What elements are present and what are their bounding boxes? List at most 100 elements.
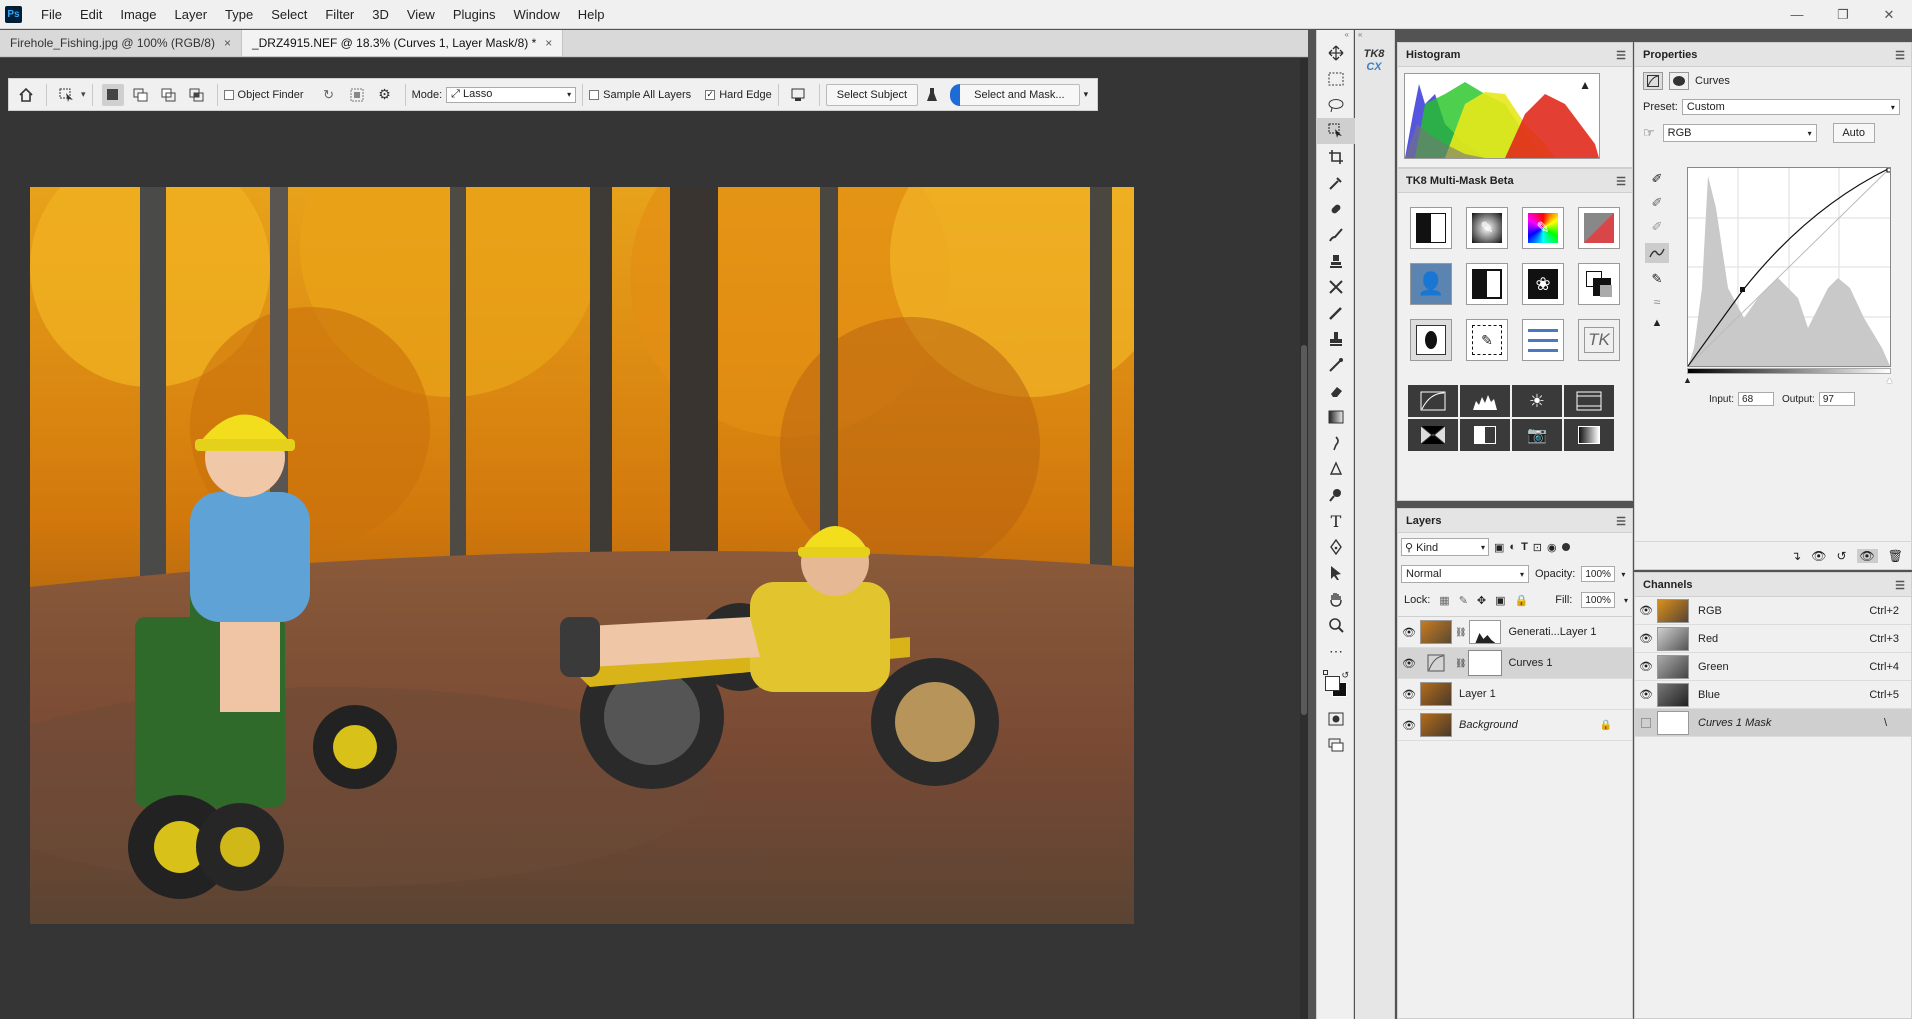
fill-chevron-icon[interactable]: ▾ [1624, 596, 1628, 605]
input-field[interactable]: 68 [1738, 392, 1775, 406]
envelope-adjustment-button[interactable] [1408, 419, 1458, 451]
swap-colors-icon[interactable]: ↺ [1341, 670, 1349, 681]
pen-tool-icon[interactable] [1317, 534, 1355, 560]
object-finder-checkbox[interactable]: Object Finder [223, 89, 304, 101]
tk8-cx-button[interactable]: TK8 CX [1359, 48, 1389, 78]
brush-tool-icon[interactable] [1317, 222, 1355, 248]
eye-icon[interactable]: 👁 [1398, 719, 1420, 732]
layer-row-curves[interactable]: 👁 ⛓ Curves 1 [1398, 648, 1632, 679]
more-tools-icon[interactable]: ⋯ [1317, 638, 1355, 664]
eye-icon[interactable]: 👁 [1398, 688, 1420, 701]
curves-graph[interactable] [1687, 167, 1892, 367]
tool-preset-chevron-icon[interactable]: ▾ [81, 89, 86, 100]
restore-icon[interactable]: ❐ [1820, 0, 1866, 29]
preset-select[interactable]: Custom ▾ [1681, 99, 1900, 115]
tab-drz4915[interactable]: _DRZ4915.NEF @ 18.3% (Curves 1, Layer Ma… [241, 30, 564, 56]
select-subject-button[interactable]: Select Subject [825, 83, 919, 106]
history-brush-tool-icon[interactable] [1317, 274, 1355, 300]
black-white-mask-button[interactable] [1410, 207, 1452, 249]
path-selection-tool-icon[interactable] [1317, 560, 1355, 586]
combine-masks-button[interactable] [1578, 263, 1620, 305]
mixer-brush-tool-icon[interactable] [1317, 352, 1355, 378]
mask-icon[interactable] [1669, 72, 1689, 90]
filter-pixel-icon[interactable]: ▣ [1494, 541, 1504, 554]
channel-row-red[interactable]: 👁 Red Ctrl+3 [1635, 625, 1911, 653]
auto-button[interactable]: Auto [1832, 123, 1875, 143]
channel-select[interactable]: RGB ▾ [1662, 124, 1817, 142]
smudge-tool-icon[interactable] [1317, 430, 1355, 456]
sample-all-layers-checkbox[interactable]: Sample All Layers [589, 89, 691, 101]
menu-3d[interactable]: 3D [363, 7, 398, 22]
fill-input[interactable]: 100% [1581, 592, 1615, 608]
close-tab-icon[interactable]: × [224, 36, 231, 50]
menu-file[interactable]: File [32, 7, 71, 22]
opacity-chevron-icon[interactable]: ▾ [1621, 570, 1625, 579]
menu-help[interactable]: Help [569, 7, 614, 22]
on-image-adjust-icon[interactable]: ☞ [1643, 125, 1655, 141]
eye-icon[interactable]: 👁 [1398, 657, 1420, 670]
lock-image-icon[interactable]: ✎ [1459, 594, 1468, 607]
checkbox-box[interactable] [223, 89, 234, 100]
document-image[interactable] [30, 187, 1134, 924]
foreground-color-swatch[interactable] [1325, 676, 1340, 691]
minimize-icon[interactable]: — [1774, 0, 1820, 29]
filter-toggle-icon[interactable] [1561, 543, 1570, 551]
selection-paint-button[interactable]: ✎ [1466, 319, 1508, 361]
view-previous-state-icon[interactable]: 👁 [1811, 549, 1826, 563]
panel-menu-icon[interactable]: ☰ [1895, 579, 1905, 592]
screen-mode-icon[interactable] [1317, 732, 1355, 758]
healing-brush-tool-icon[interactable] [1317, 196, 1355, 222]
clip-to-layer-icon[interactable]: ↴ [1791, 549, 1801, 563]
filter-shape-icon[interactable]: ⊡ [1533, 541, 1542, 554]
layer-row-generative[interactable]: 👁 ⛓ Generati...Layer 1 [1398, 617, 1632, 648]
refresh-icon[interactable]: ↻ [318, 84, 340, 106]
black-slider-icon[interactable]: ▲ [1683, 375, 1692, 385]
output-field[interactable]: 97 [1818, 392, 1855, 406]
filter-type-icon[interactable]: T [1521, 541, 1528, 553]
crop-tool-icon[interactable] [1317, 144, 1355, 170]
add-to-selection-icon[interactable] [130, 84, 152, 106]
intersect-selection-icon[interactable] [186, 84, 208, 106]
contrast-adjustment-button[interactable] [1460, 419, 1510, 451]
menu-type[interactable]: Type [216, 7, 262, 22]
marquee-tool-icon[interactable] [1317, 66, 1355, 92]
flask-icon[interactable] [921, 84, 943, 106]
black-point-eyedropper-icon[interactable]: ✐ [1652, 171, 1663, 187]
brightness-adjustment-button[interactable]: ☀ [1512, 385, 1562, 417]
opacity-input[interactable]: 100% [1581, 566, 1616, 582]
checkbox-box[interactable] [589, 89, 600, 100]
channel-row-blue[interactable]: 👁 Blue Ctrl+5 [1635, 681, 1911, 709]
linked-mask-button[interactable] [1410, 319, 1452, 361]
subtract-from-selection-icon[interactable] [158, 84, 180, 106]
menu-window[interactable]: Window [504, 7, 568, 22]
eye-icon[interactable]: 👁 [1635, 688, 1657, 701]
levels-adjustment-button[interactable] [1460, 385, 1510, 417]
gradient-tool-icon[interactable] [1317, 404, 1355, 430]
hard-edge-checkbox[interactable]: ✓ Hard Edge [705, 89, 772, 101]
color-mask-button[interactable]: ✎ [1522, 207, 1564, 249]
lock-transparent-icon[interactable]: ▦ [1439, 594, 1449, 607]
edit-points-icon[interactable] [1645, 243, 1669, 263]
filter-smart-object-icon[interactable]: ◉ [1547, 541, 1557, 554]
toggle-visibility-icon[interactable]: 👁 [1856, 548, 1878, 563]
layer-row-background[interactable]: 👁 Background 🔒 [1398, 710, 1632, 741]
blur-tool-icon[interactable] [1317, 456, 1355, 482]
channel-row-green[interactable]: 👁 Green Ctrl+4 [1635, 653, 1911, 681]
blend-mode-select[interactable]: Normal ▾ [1401, 565, 1529, 583]
overflow-chevron-icon[interactable]: ▾ [1084, 89, 1089, 100]
collapse-tk8-icon[interactable]: « [1355, 30, 1394, 40]
menu-layer[interactable]: Layer [166, 7, 217, 22]
mode-select[interactable]: ⤢ Lasso ▾ [446, 86, 577, 103]
lock-position-icon[interactable]: ✥ [1477, 594, 1486, 607]
curves-adjustment-button[interactable] [1408, 385, 1458, 417]
checkbox-checked[interactable]: ✓ [705, 89, 716, 100]
brush-mask-button[interactable]: ✎ [1466, 207, 1508, 249]
red-mask-button[interactable] [1578, 207, 1620, 249]
eyedropper-tool-icon[interactable] [1317, 170, 1355, 196]
layer-row-layer1[interactable]: 👁 Layer 1 [1398, 679, 1632, 710]
new-selection-icon[interactable] [101, 83, 124, 106]
channel-row-rgb[interactable]: 👁 RGB Ctrl+2 [1635, 597, 1911, 625]
clipping-warning-icon[interactable]: ▲ [1652, 317, 1663, 329]
white-slider-icon[interactable]: ▲ [1885, 375, 1894, 385]
curves-icon[interactable] [1643, 72, 1663, 90]
